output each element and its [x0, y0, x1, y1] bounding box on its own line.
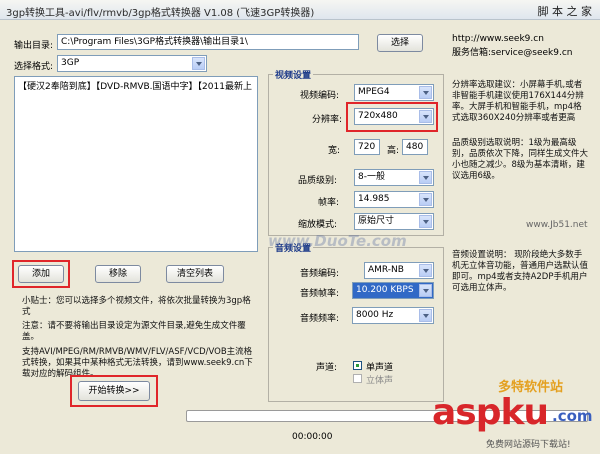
fps-value: 14.985 — [358, 194, 390, 204]
quality-value: 8-一般 — [358, 172, 385, 182]
watermark-top: 脚 本 之 家 — [537, 5, 593, 18]
watermark-duote: www.DuoTe.com — [268, 232, 407, 250]
resolution-value: 720x480 — [358, 111, 398, 121]
audio-bitrate-select[interactable]: 10.200 KBPS — [352, 282, 434, 299]
mono-checkbox[interactable] — [353, 361, 362, 370]
output-dir-label: 输出目录: — [14, 41, 54, 51]
mono-label: 单声道 — [366, 363, 394, 373]
scale-select[interactable]: 原始尺寸 — [354, 213, 434, 230]
watermark-aspku-dot: .com — [552, 407, 593, 425]
start-convert-button[interactable]: 开始转换>> — [78, 381, 150, 401]
chevron-down-icon[interactable] — [419, 215, 432, 228]
width-input[interactable]: 720 — [354, 139, 380, 155]
resolution-select[interactable]: 720x480 — [354, 108, 434, 125]
audio-codec-label: 音频编码: — [300, 269, 340, 279]
output-dir-input[interactable]: C:\Program Files\3GP格式转换器\输出目录1\ — [57, 34, 359, 50]
format-label: 选择格式: — [14, 62, 54, 72]
audio-freq-select[interactable]: 8000 Hz — [352, 307, 434, 324]
video-codec-label: 视频编码: — [300, 91, 340, 101]
quality-label: 品质级别: — [298, 176, 338, 186]
audio-codec-select[interactable]: AMR-NB — [364, 262, 434, 279]
remove-button[interactable]: 移除 — [95, 265, 141, 283]
chevron-down-icon[interactable] — [192, 57, 205, 70]
format-select[interactable]: 3GP — [57, 55, 207, 72]
time-display: 00:00:00 — [292, 432, 333, 442]
service-email: 服务信箱:service@seek9.cn — [452, 48, 573, 58]
audio-freq-label: 音频频率: — [300, 314, 340, 324]
chevron-down-icon[interactable] — [419, 171, 432, 184]
width-label: 宽: — [328, 146, 341, 156]
app-window: 3gp转换工具-avi/flv/rmvb/3gp格式转换器 V1.08 (飞速3… — [0, 0, 600, 454]
chevron-down-icon[interactable] — [419, 110, 432, 123]
site-url[interactable]: http://www.seek9.cn — [452, 34, 544, 44]
quality-hint: 品质级别选取说明：1级为最高级别，品质依次下降，同样生成文件大小也随之减少。8级… — [452, 138, 589, 181]
clear-list-button[interactable]: 清空列表 — [166, 265, 224, 283]
audio-hint: 音频设置说明： 现阶段绝大多数手机无立体音功能，普通用户选默认值即可。mp4或者… — [452, 250, 589, 293]
resolution-hint: 分辨率选取建议：小屏幕手机,或者非智能手机建议使用176X144分辨率。大屏手机… — [452, 80, 584, 123]
window-title: 3gp转换工具-avi/flv/rmvb/3gp格式转换器 V1.08 (飞速3… — [6, 8, 315, 19]
stereo-label: 立体声 — [366, 376, 394, 386]
watermark-aspku: aspku — [432, 392, 549, 433]
tip-batch: 小贴士：您可以选择多个视频文件，将依次批量转换为3gp格式 — [22, 296, 251, 317]
choose-dir-button[interactable]: 选择 — [377, 34, 423, 52]
audio-codec-value: AMR-NB — [368, 265, 404, 275]
chevron-down-icon[interactable] — [419, 264, 432, 277]
video-group-title: 视频设置 — [273, 68, 314, 81]
format-value: 3GP — [61, 58, 80, 68]
scale-label: 缩放模式: — [298, 220, 338, 230]
fps-select[interactable]: 14.985 — [354, 191, 434, 208]
fps-label: 帧率: — [318, 198, 340, 208]
audio-freq-value: 8000 Hz — [356, 310, 394, 320]
audio-bitrate-label: 音频帧率: — [300, 289, 340, 299]
channel-label: 声道: — [316, 363, 338, 373]
title-bar: 3gp转换工具-avi/flv/rmvb/3gp格式转换器 V1.08 (飞速3… — [0, 0, 600, 20]
watermark-jb51: www.Jb51.net — [526, 220, 588, 230]
quality-select[interactable]: 8-一般 — [354, 169, 434, 186]
tip-output-warning: 注意：请不要将输出目录设定为源文件目录,避免生成文件覆盖。 — [22, 321, 246, 342]
chevron-down-icon[interactable] — [419, 309, 432, 322]
video-codec-select[interactable]: MPEG4 — [354, 84, 434, 101]
stereo-checkbox[interactable] — [353, 374, 362, 383]
chevron-down-icon[interactable] — [419, 86, 432, 99]
audio-bitrate-value: 10.200 KBPS — [356, 285, 414, 295]
height-input[interactable]: 480 — [402, 139, 428, 155]
add-button[interactable]: 添加 — [18, 265, 64, 283]
file-list[interactable]: 【硬汉2奉陪到底】【DVD-RMVB.国语中字】【2011最新上 — [14, 76, 258, 252]
chevron-down-icon[interactable] — [419, 284, 432, 297]
resolution-label: 分辨率: — [312, 115, 343, 125]
video-codec-value: MPEG4 — [358, 87, 390, 97]
watermark-aspku-sub: 免费网站源码下载站! — [486, 440, 571, 450]
height-label: 高: — [387, 146, 400, 156]
list-item[interactable]: 【硬汉2奉陪到底】【DVD-RMVB.国语中字】【2011最新上 — [18, 79, 254, 92]
chevron-down-icon[interactable] — [419, 193, 432, 206]
scale-value: 原始尺寸 — [358, 216, 395, 226]
